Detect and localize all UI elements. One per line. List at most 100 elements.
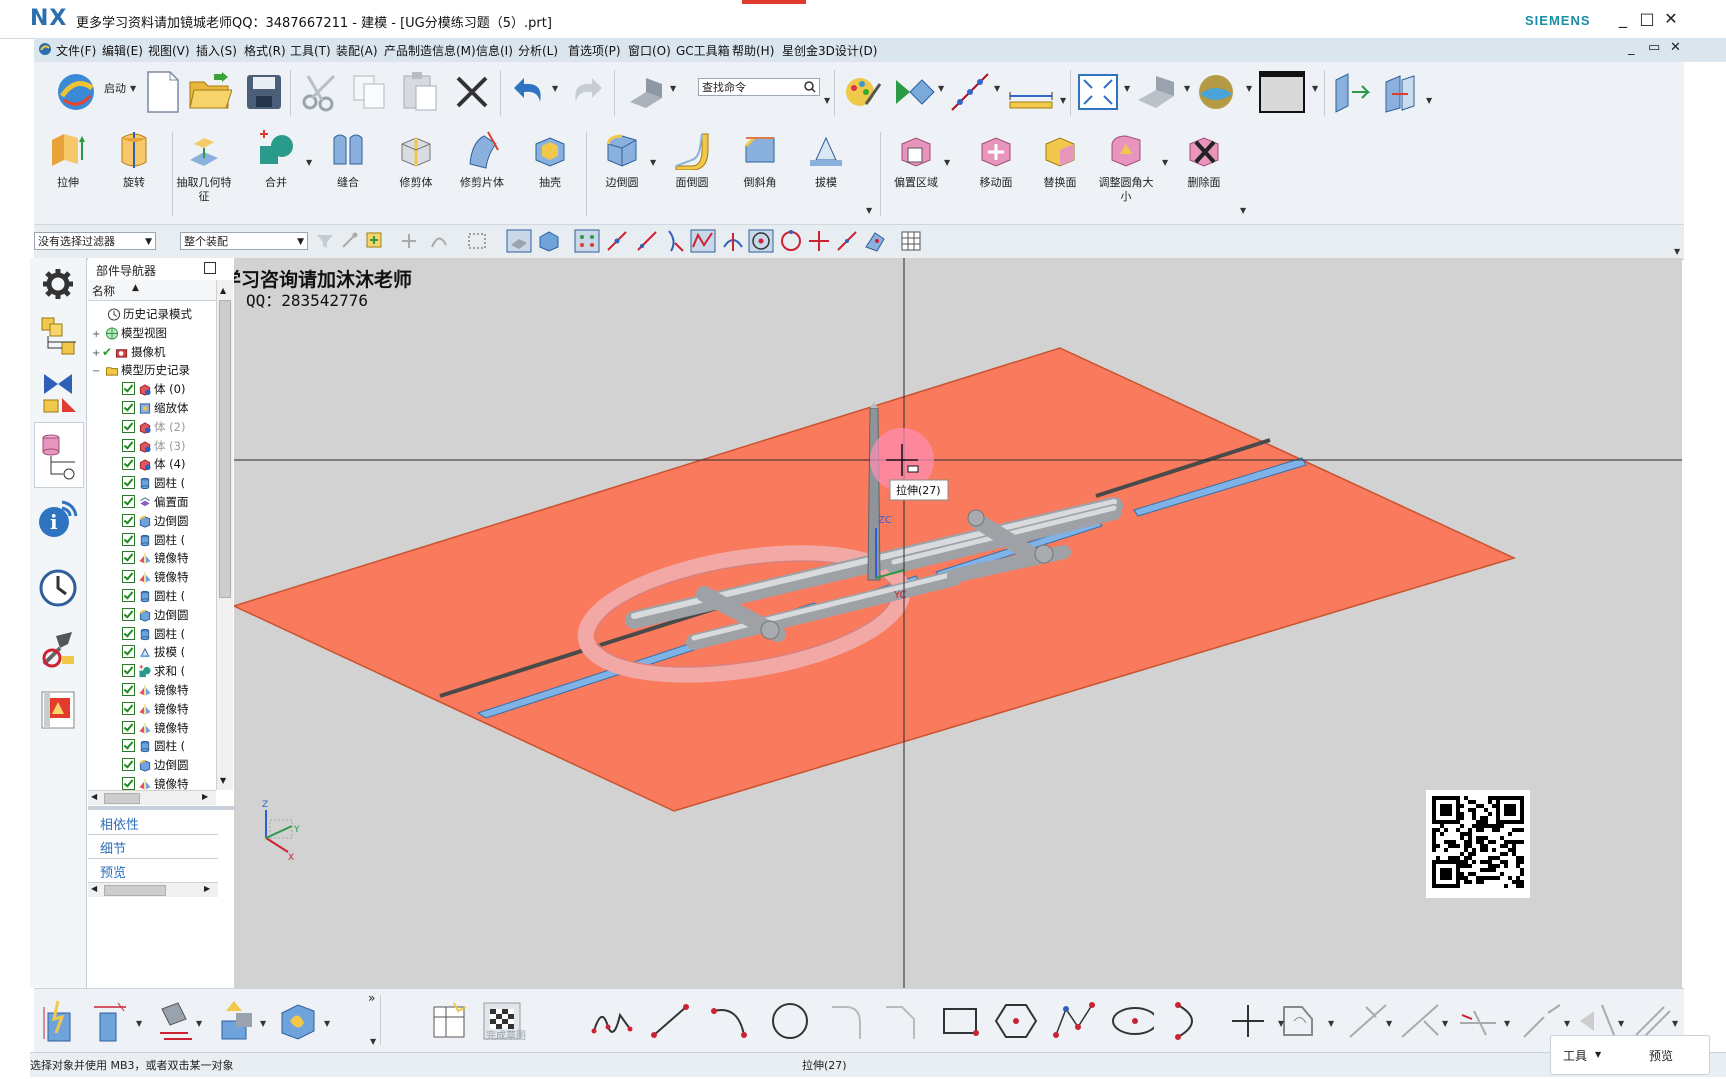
- sketch-dropdown-11[interactable]: ▼: [1672, 1019, 1678, 1028]
- open-file-icon[interactable]: [188, 70, 232, 114]
- circle-icon[interactable]: [768, 999, 812, 1043]
- navigator-maximize-button[interactable]: [204, 262, 216, 274]
- navigator-row[interactable]: 体 (4): [88, 454, 216, 474]
- snap-existing-point-icon[interactable]: [806, 228, 832, 254]
- point-icon[interactable]: [1226, 999, 1270, 1043]
- navigator-row[interactable]: 镜像特: [88, 548, 216, 568]
- feature-dropdown-0[interactable]: ▼: [306, 158, 312, 167]
- feature-checkbox[interactable]: [122, 419, 135, 433]
- filter-settings-icon[interactable]: [312, 228, 338, 254]
- fillet-icon[interactable]: [828, 999, 872, 1043]
- navigator-row[interactable]: 镜像特: [88, 774, 216, 790]
- scroll-up-arrow-icon[interactable]: ▲: [220, 286, 226, 295]
- background-icon[interactable]: [1194, 70, 1238, 114]
- navigator-row[interactable]: 镜像特: [88, 680, 216, 700]
- sew-label[interactable]: 缝合: [318, 176, 378, 190]
- scroll-left-arrow-icon[interactable]: ◀: [91, 792, 97, 801]
- feature-checkbox[interactable]: [122, 701, 135, 715]
- feature-checkbox[interactable]: [122, 739, 135, 753]
- navigator-row[interactable]: 体 (0): [88, 379, 216, 399]
- feature-checkbox[interactable]: [122, 438, 135, 452]
- snap-dropdown[interactable]: ▼: [994, 84, 1000, 93]
- offset-region-label[interactable]: 偏置区域: [886, 176, 946, 190]
- tools-menu-button[interactable]: 工具: [1563, 1047, 1587, 1064]
- snap-tangent-icon[interactable]: [662, 228, 688, 254]
- ellipse-icon[interactable]: [1110, 999, 1154, 1043]
- menu-item-7[interactable]: 产品制造信息(M): [384, 42, 476, 59]
- details-panel[interactable]: 细节: [100, 838, 126, 857]
- revolve-label[interactable]: 旋转: [104, 176, 164, 190]
- navigator-row[interactable]: 镜像特: [88, 567, 216, 587]
- undo-icon[interactable]: [508, 70, 552, 114]
- shell-label[interactable]: 抽壳: [520, 176, 580, 190]
- info-icon[interactable]: i: [36, 494, 80, 542]
- start-dropdown[interactable]: ▼: [130, 84, 136, 93]
- fit-view-dropdown[interactable]: ▼: [1124, 84, 1130, 93]
- background-dropdown[interactable]: ▼: [1246, 84, 1252, 93]
- quick-extend-icon[interactable]: [1398, 999, 1442, 1043]
- toolbar1-end-overflow[interactable]: ▼: [1426, 96, 1432, 105]
- feature-checkbox[interactable]: [122, 607, 135, 621]
- menu-item-4[interactable]: 格式(R): [244, 42, 286, 59]
- sketch-dropdown-10[interactable]: ▼: [1618, 1019, 1624, 1028]
- feature-checkbox[interactable]: [122, 401, 135, 414]
- feature-group-overflow[interactable]: ▼: [866, 206, 872, 215]
- menu-item-14[interactable]: 星创金3D设计(D): [782, 42, 877, 59]
- draft-label[interactable]: 拔模: [796, 176, 856, 190]
- render-dropdown[interactable]: ▼: [1184, 84, 1190, 93]
- navigator-row[interactable]: 镜像特: [88, 718, 216, 738]
- navigator-row[interactable]: 边倒圆: [88, 605, 216, 625]
- settings-gear-icon[interactable]: [36, 260, 80, 308]
- shaded-edges-icon[interactable]: [1134, 70, 1178, 114]
- navigator-row[interactable]: + 模型视图: [88, 323, 216, 343]
- render-style-icon[interactable]: [840, 70, 884, 114]
- sketch-dropdown-7[interactable]: ▼: [1442, 1019, 1448, 1028]
- preview-button[interactable]: 预览: [1649, 1047, 1673, 1064]
- navigator-row[interactable]: 圆柱 (: [88, 586, 216, 606]
- sketch-dropdown-0[interactable]: ▼: [136, 1019, 142, 1028]
- panel-scroll-right-icon[interactable]: ▶: [204, 884, 210, 893]
- maximize-button[interactable]: □: [1636, 8, 1658, 30]
- extract-icon[interactable]: [182, 128, 226, 172]
- snap-quadrant-icon[interactable]: [778, 228, 804, 254]
- cut-icon[interactable]: [298, 70, 342, 114]
- feature-checkbox[interactable]: [122, 551, 135, 565]
- select-curve-icon[interactable]: [426, 228, 452, 254]
- trim-sheet-label[interactable]: 修剪片体: [452, 176, 512, 190]
- navigator-row[interactable]: 镜像特: [88, 699, 216, 719]
- sketch-constraint-icon[interactable]: [38, 999, 82, 1043]
- sketch-dropdown-4[interactable]: ▼: [1278, 1019, 1284, 1028]
- snap-intersection-icon[interactable]: [690, 228, 716, 254]
- navigator-row[interactable]: 圆柱 (: [88, 473, 216, 493]
- polygon-icon[interactable]: [994, 999, 1038, 1043]
- profile-icon[interactable]: [590, 999, 634, 1043]
- preview-panel[interactable]: 预览: [100, 862, 126, 881]
- navigator-row[interactable]: 拔模 (: [88, 642, 216, 662]
- feature-checkbox[interactable]: [122, 532, 135, 546]
- snap-arc-center-icon[interactable]: [748, 228, 774, 254]
- sketch-toolbar-dropdown[interactable]: ▼: [370, 1037, 376, 1046]
- navigator-row[interactable]: 偏置面: [88, 492, 216, 512]
- sketch-dropdown-8[interactable]: ▼: [1504, 1019, 1510, 1028]
- edge-blend-label[interactable]: 边倒圆: [592, 176, 652, 190]
- menu-item-6[interactable]: 装配(A): [336, 42, 378, 59]
- measure-distance-icon[interactable]: [1006, 70, 1056, 114]
- navigator-hscrollbar[interactable]: ◀ ▶: [88, 790, 216, 805]
- roles-icon[interactable]: [36, 686, 80, 734]
- menu-item-2[interactable]: 视图(V): [148, 42, 190, 59]
- feature-checkbox[interactable]: [122, 683, 135, 696]
- shell-icon[interactable]: [528, 128, 572, 172]
- sketch-dropdown-5[interactable]: ▼: [1328, 1019, 1334, 1028]
- navigator-row[interactable]: 求和 (: [88, 661, 216, 681]
- grid-icon[interactable]: [898, 228, 924, 254]
- snap-midpoint-icon[interactable]: [604, 228, 630, 254]
- copy-icon[interactable]: [348, 70, 392, 114]
- feature-dropdown-1[interactable]: ▼: [650, 158, 656, 167]
- navigator-row[interactable]: 圆柱 (: [88, 624, 216, 644]
- project-curve-icon[interactable]: [154, 999, 198, 1043]
- expand-toggle-icon[interactable]: +: [92, 344, 102, 362]
- scroll-down-arrow-icon[interactable]: ▼: [220, 776, 226, 785]
- delete-face-icon[interactable]: [1182, 128, 1226, 172]
- line-icon[interactable]: [648, 999, 692, 1043]
- section-view-icon[interactable]: [1330, 70, 1374, 114]
